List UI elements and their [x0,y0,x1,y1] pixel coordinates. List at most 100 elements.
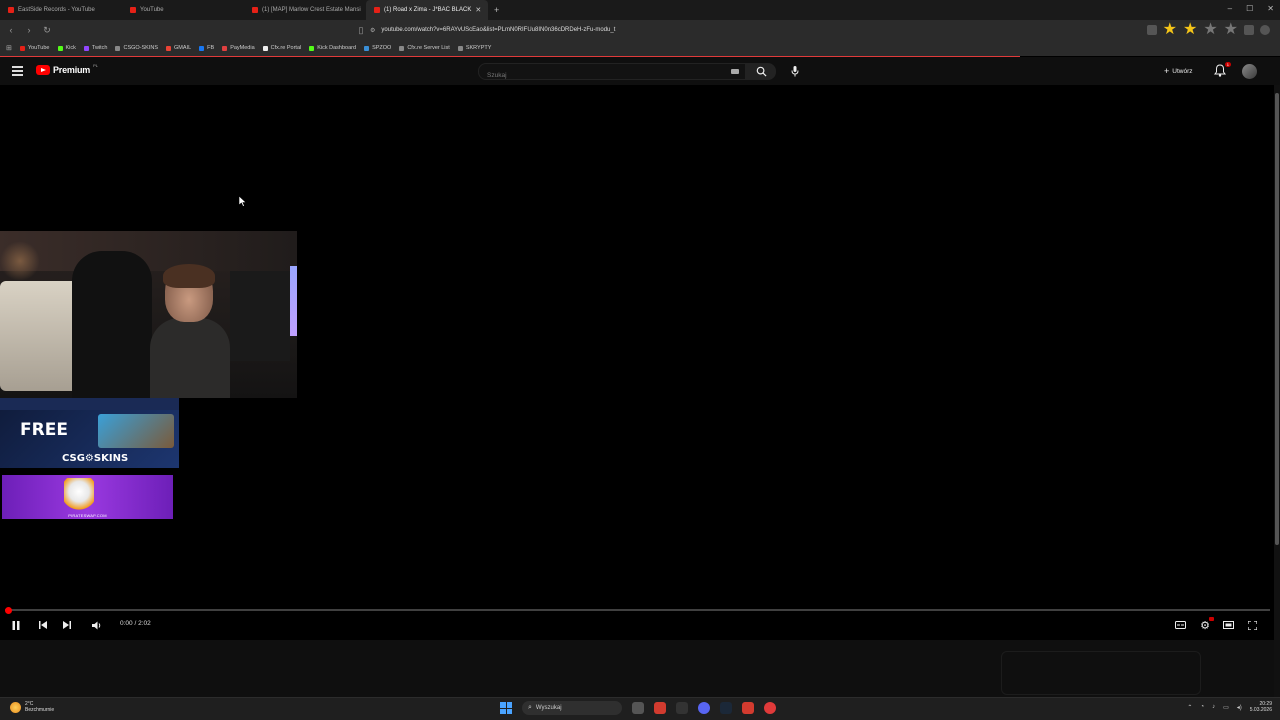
discord-icon[interactable] [698,702,710,714]
video-progress-bar[interactable] [5,606,1270,614]
back-icon[interactable]: ‹ [4,25,18,35]
gmail-icon [166,45,172,51]
taskbar-search-label: Wyszukaj [535,705,562,711]
apps-grid-icon[interactable]: ⊞ [6,44,12,52]
pause-button[interactable] [11,619,21,631]
next-button[interactable] [62,619,72,631]
scrubber-handle[interactable] [5,606,12,614]
brave-browser-icon[interactable] [742,702,754,714]
extension-icon[interactable] [1244,25,1254,35]
twitch-icon [83,45,89,51]
bookmark-skrypty[interactable]: SKRYPTY [457,45,491,51]
new-tab-button[interactable]: + [494,5,499,15]
maximize-button[interactable]: ☐ [1246,4,1253,13]
browser-tab-2[interactable]: (1) [MAP] Marlow Crest Estate Mansi [244,0,366,20]
bookmark-page-icon[interactable]: ▯ [354,25,368,36]
youtube-icon [19,45,25,51]
bookmark-youtube[interactable]: YouTube [19,45,50,51]
profile-icon[interactable] [1260,25,1270,35]
video-player[interactable]: FREE CSG⚙SKINS PIRATESWAP.COM [0,85,1274,640]
account-avatar[interactable] [1242,64,1257,79]
close-window-button[interactable]: ✕ [1267,4,1274,13]
monitor-icon[interactable]: ▭ [1223,704,1229,711]
notifications-button[interactable]: 1 [1214,62,1231,78]
weather-widget[interactable]: 2°C Bezchmurnie [10,701,54,713]
settings-button[interactable]: ⚙ [1198,617,1214,632]
taskbar-apps: ⌕ Wyszukaj [500,701,776,715]
star-rating-icon[interactable]: ★ [1203,22,1217,38]
player-controls: 0:00 / 2:02 ⚙ [0,615,1274,635]
page-scrollbar[interactable] [1274,85,1280,697]
clock-date: 5.03.2026 [1249,707,1272,713]
create-label: Utwórz [1172,67,1193,75]
bookmark-csgo-skins[interactable]: CSGO-SKINS [115,45,158,51]
minimize-button[interactable]: – [1228,4,1232,13]
bookmark-label: Cfx.re Server List [407,45,450,51]
keyboard-icon[interactable] [731,69,739,74]
notification-badge: 1 [1224,62,1231,67]
bookmark-fb[interactable]: FB [199,45,214,51]
previous-button[interactable] [38,619,48,631]
speaker-icon[interactable]: ◂) [1237,704,1242,711]
windows-start-icon[interactable] [500,702,512,714]
star-rating-icon[interactable]: ★ [1224,22,1238,38]
bookmark-gmail[interactable]: GMAIL [166,45,191,51]
address-bar-row: ‹ › ↻ ▯ ⚙ youtube.com/watch?v=6RAYvUScEa… [0,20,1280,40]
create-button[interactable]: + Utwórz [1158,64,1199,78]
clock[interactable]: 20:29 5.03.2026 [1250,701,1272,713]
theater-mode-button[interactable] [1222,619,1234,631]
task-view-icon[interactable] [632,702,644,714]
below-player-area [0,640,1274,697]
menu-hamburger-icon[interactable] [12,66,23,78]
star-rating-icon[interactable]: ★ [1163,22,1177,38]
close-tab-icon[interactable]: ✕ [475,6,481,14]
bookmark-twitch[interactable]: Twitch [83,45,107,51]
ad-free-text: FREE [20,420,68,440]
steam-icon[interactable] [720,702,732,714]
forward-icon[interactable]: › [22,25,36,35]
browser-tab-0[interactable]: EastSide Records - YouTube [0,0,122,20]
search-button[interactable] [746,63,776,80]
bookmark-kick[interactable]: Kick [57,45,76,51]
chevron-up-icon[interactable]: ⌃ [1187,704,1192,711]
fullscreen-icon [1247,620,1257,630]
youtube-premium-logo[interactable]: Premium PL [36,63,98,75]
bookmark-spzoo[interactable]: SPZOO [364,45,391,51]
bookmark-label: Kick [65,45,76,51]
bookmark-paymedia[interactable]: PayMedia [222,45,255,51]
browser-tab-3[interactable]: (1) Road x Zima - J*BAC BLACK ✕ [366,0,488,20]
youtube-favicon-icon [374,7,380,13]
app-icon[interactable] [764,702,776,714]
kick-icon [309,45,315,51]
voice-search-button[interactable] [786,63,804,80]
volume-button[interactable] [91,619,103,631]
reload-icon[interactable]: ↻ [40,25,54,36]
url-field[interactable]: ⚙ youtube.com/watch?v=6RAYvUScEao&list=P… [370,23,910,37]
skip-next-icon [63,621,71,629]
pirateswap-ad-banner: PIRATESWAP.COM [2,475,173,519]
app-icon[interactable] [676,702,688,714]
taskbar-search[interactable]: ⌕ Wyszukaj [522,701,622,715]
mouse-cursor-icon [239,196,247,207]
scrollbar-thumb[interactable] [1275,93,1279,545]
bookmark-label: PayMedia [230,45,255,51]
bookmark-kick-dashboard[interactable]: Kick Dashboard [309,45,356,51]
csgo-skins-ad-banner: FREE CSG⚙SKINS [0,398,179,468]
subtitles-button[interactable] [1174,619,1186,631]
microphone-icon [791,66,799,77]
fullscreen-button[interactable] [1246,619,1258,631]
site-info-icon[interactable]: ⚙ [370,27,375,34]
network-icon[interactable]: ◔ [1200,704,1204,710]
search-input[interactable] [479,68,709,83]
bookmark-cfx-server-list[interactable]: Cfx.re Server List [399,45,450,51]
weather-desc: Bezchmurnie [25,707,55,713]
webcam-overlay [0,231,297,398]
extension-icon[interactable] [1146,25,1157,35]
pause-icon [12,620,20,630]
browser-tab-1[interactable]: YouTube [122,0,244,20]
microphone-icon[interactable]: ♪ [1212,704,1215,710]
bookmark-cfx-portal[interactable]: Cfx.re Portal [262,45,301,51]
brave-browser-icon[interactable] [654,702,666,714]
hd-badge [1209,617,1214,621]
star-rating-icon[interactable]: ★ [1183,22,1197,38]
